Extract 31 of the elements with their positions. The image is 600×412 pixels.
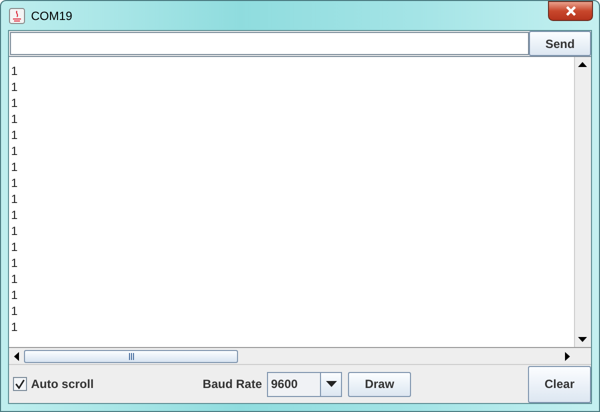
auto-scroll-label: Auto scroll (31, 377, 94, 391)
output-line: 1 (11, 287, 19, 303)
close-button[interactable] (548, 1, 593, 21)
baud-rate-label: Baud Rate (202, 377, 262, 391)
output-line: 1 (11, 255, 19, 271)
output-line: 1 (11, 191, 19, 207)
auto-scroll-checkbox[interactable] (13, 377, 27, 391)
draw-button[interactable]: Draw (348, 372, 411, 396)
output-line: 1 (11, 271, 19, 287)
horizontal-scroll-thumb[interactable] (24, 350, 238, 362)
dropdown-arrow-icon (326, 381, 336, 387)
output-line: 1 (11, 79, 19, 95)
output-line: 1 (11, 127, 19, 143)
window-title: COM19 (31, 8, 72, 22)
baud-rate-dropdown[interactable]: 9600 (267, 372, 342, 396)
output-line: 1 (11, 95, 19, 111)
output-line: 1 (11, 175, 19, 191)
output-line: 1 (11, 63, 19, 79)
close-icon (564, 6, 576, 16)
send-button[interactable]: Send (529, 31, 591, 56)
output-line: 1 (11, 239, 19, 255)
output-line: 1 (11, 223, 19, 239)
output-line: 1 (11, 319, 19, 335)
output-line: 1 (11, 143, 19, 159)
java-app-icon (9, 8, 25, 24)
output-line: 1 (11, 207, 19, 223)
send-input-field[interactable] (10, 32, 529, 55)
output-line: 1 (11, 111, 19, 127)
output-line: 1 (11, 159, 19, 175)
output-line: 1 (11, 303, 19, 319)
clear-button[interactable]: Clear (528, 366, 591, 402)
